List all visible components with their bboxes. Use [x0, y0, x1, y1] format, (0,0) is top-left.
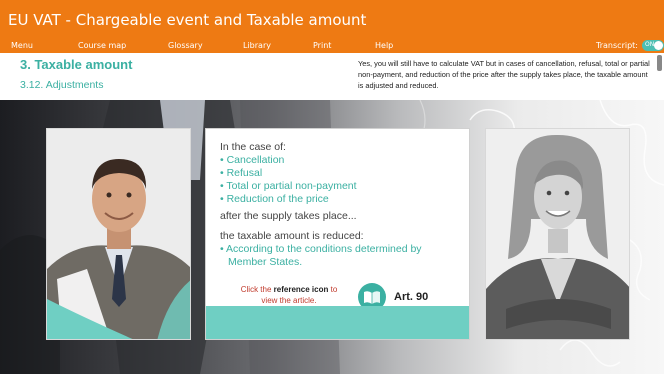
help-button[interactable]: Help — [375, 41, 393, 50]
course-map-button[interactable]: Course map — [78, 41, 126, 50]
case-item: • Cancellation — [220, 154, 285, 166]
after-text: after the supply takes place... — [220, 210, 357, 222]
card-teal-band — [206, 306, 469, 339]
menu-button[interactable]: Menu — [11, 41, 33, 50]
info-card: In the case of: • Cancellation • Refusal… — [205, 128, 470, 340]
print-button[interactable]: Print — [313, 41, 331, 50]
toggle-knob — [654, 41, 663, 50]
app-title: EU VAT - Chargeable event and Taxable am… — [8, 11, 367, 29]
woman-portrait — [485, 128, 630, 340]
man-illustration — [47, 129, 190, 339]
title-bar: EU VAT - Chargeable event and Taxable am… — [0, 0, 664, 38]
section-title: 3. Taxable amount — [20, 57, 133, 72]
case-label: Reduction of the price — [226, 193, 329, 205]
man-portrait — [46, 128, 191, 340]
reduced-text: the taxable amount is reduced: — [220, 230, 364, 242]
woman-illustration — [486, 129, 629, 339]
transcript-text: Yes, you will still have to calculate VA… — [358, 59, 650, 90]
case-item: • Reduction of the price — [220, 193, 329, 205]
conditions-line: • According to the conditions determined… — [220, 243, 422, 255]
content-header: 3. Taxable amount 3.12. Adjustments Yes,… — [0, 53, 664, 100]
conditions-line-2: Member States. — [228, 256, 303, 268]
glossary-button[interactable]: Glossary — [168, 41, 203, 50]
toggle-on-label: ON — [645, 41, 655, 48]
case-label: Total or partial non-payment — [226, 180, 357, 192]
case-item: • Total or partial non-payment — [220, 180, 357, 192]
transcript-label: Transcript: — [596, 41, 638, 50]
click-bold: reference icon — [273, 285, 329, 294]
case-label: Cancellation — [226, 154, 285, 166]
case-item: • Refusal — [220, 167, 263, 179]
click-instruction: Click the reference icon to view the art… — [224, 284, 354, 306]
transcript-scrollbar[interactable] — [657, 55, 662, 71]
article-label: Art. 90 — [394, 291, 429, 303]
intro-text: In the case of: — [220, 141, 286, 153]
menu-bar: Menu Course map Glossary Library Print H… — [0, 38, 664, 53]
conditions-label: According to the conditions determined b… — [226, 243, 422, 255]
click-line-2: view the article. — [261, 296, 317, 305]
subsection-title: 3.12. Adjustments — [20, 79, 104, 91]
case-label: Refusal — [226, 167, 263, 179]
library-button[interactable]: Library — [243, 41, 271, 50]
click-suffix: to — [330, 285, 338, 294]
transcript-toggle[interactable]: ON — [642, 40, 664, 51]
click-prefix: Click the — [240, 285, 272, 294]
